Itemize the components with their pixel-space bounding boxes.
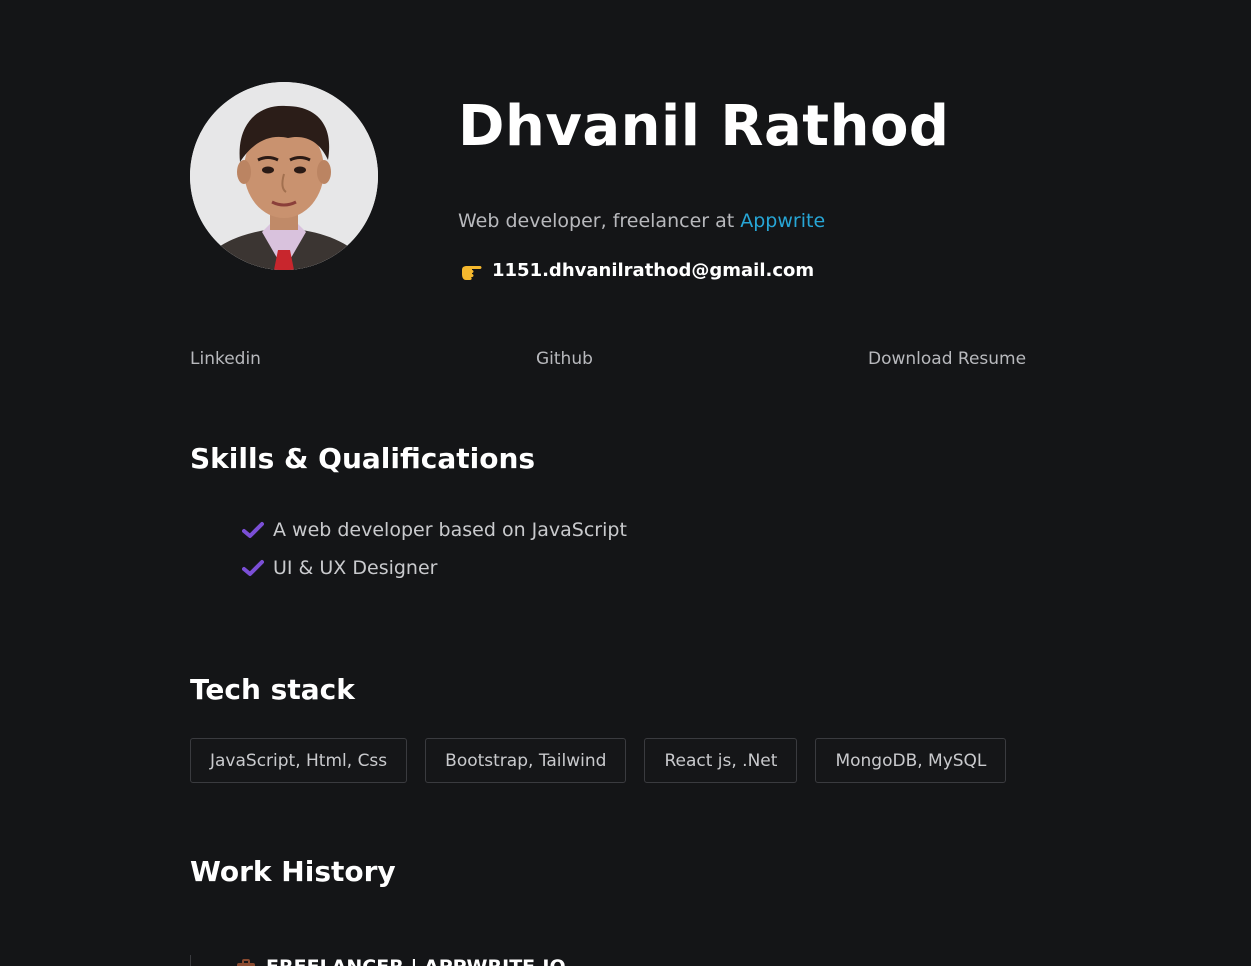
skill-text: UI & UX Designer bbox=[273, 557, 438, 579]
tech-stack-chips: JavaScript, Html, Css Bootstrap, Tailwin… bbox=[190, 738, 1007, 783]
work-item-title: FREELANCER | APPWRITE.IO bbox=[266, 956, 566, 966]
profile-tagline: Web developer, freelancer at Appwrite bbox=[458, 208, 825, 234]
tech-chip: MongoDB, MySQL bbox=[815, 738, 1007, 783]
tech-chip: JavaScript, Html, Css bbox=[190, 738, 408, 783]
avatar bbox=[190, 82, 378, 270]
tech-chip: React js, .Net bbox=[644, 738, 798, 783]
email-address[interactable]: 1151.dhvanilrathod@gmail.com bbox=[492, 258, 814, 284]
tagline-text: Web developer, freelancer at bbox=[458, 210, 741, 232]
pointing-hand-icon bbox=[462, 266, 482, 280]
email-row: 1151.dhvanilrathod@gmail.com bbox=[460, 258, 814, 284]
skills-section-title: Skills & Qualifications bbox=[190, 442, 536, 475]
linkedin-link[interactable]: Linkedin bbox=[190, 347, 261, 371]
skill-item: A web developer based on JavaScript bbox=[242, 511, 627, 549]
profile-name: Dhvanil Rathod bbox=[458, 94, 950, 159]
skill-item: UI & UX Designer bbox=[242, 549, 627, 587]
tech-chip: Bootstrap, Tailwind bbox=[425, 738, 627, 783]
profile-photo bbox=[190, 82, 378, 270]
download-resume-link[interactable]: Download Resume bbox=[868, 347, 1026, 371]
work-history-section-title: Work History bbox=[190, 855, 396, 888]
work-history-item: FREELANCER | APPWRITE.IO bbox=[236, 956, 566, 966]
github-link[interactable]: Github bbox=[536, 347, 593, 371]
check-icon bbox=[242, 560, 264, 576]
company-link[interactable]: Appwrite bbox=[740, 210, 825, 232]
tech-stack-section-title: Tech stack bbox=[190, 673, 355, 706]
skill-text: A web developer based on JavaScript bbox=[273, 519, 627, 541]
check-icon bbox=[242, 522, 264, 538]
briefcase-icon bbox=[237, 959, 255, 966]
skills-list: A web developer based on JavaScript UI &… bbox=[242, 511, 627, 587]
timeline-line bbox=[190, 955, 191, 966]
portfolio-page: Dhvanil Rathod Web developer, freelancer… bbox=[0, 0, 1251, 966]
